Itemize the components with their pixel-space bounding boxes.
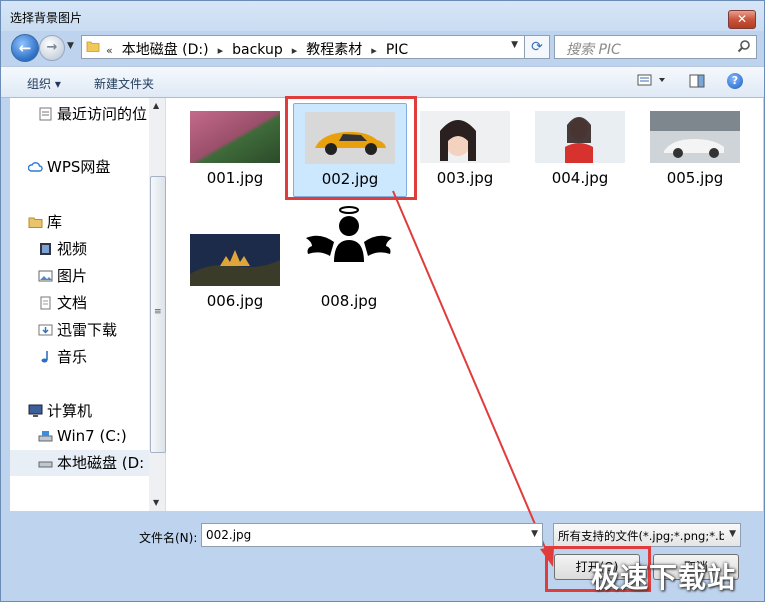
- filename-value: 002.jpg: [206, 528, 252, 542]
- filetype-select[interactable]: 所有支持的文件(*.jpg;*.png;*.b ▼: [553, 523, 741, 547]
- filetype-value: 所有支持的文件(*.jpg;*.png;*.b: [558, 529, 724, 543]
- file-open-dialog: 选择背景图片 ✕ ← → ▼ «本地磁盘 (D:) ▸ backup ▸ 教程素材 ▸ PI…: [0, 0, 765, 602]
- watermark-text: 极速下载站: [591, 561, 737, 594]
- filename-label: 文件名(N):: [139, 531, 198, 545]
- annotation-arrow: [392, 190, 554, 567]
- filename-dropdown-icon[interactable]: ▼: [531, 529, 538, 539]
- filename-field[interactable]: 002.jpg ▼: [201, 523, 543, 547]
- filetype-dropdown-icon[interactable]: ▼: [729, 529, 736, 539]
